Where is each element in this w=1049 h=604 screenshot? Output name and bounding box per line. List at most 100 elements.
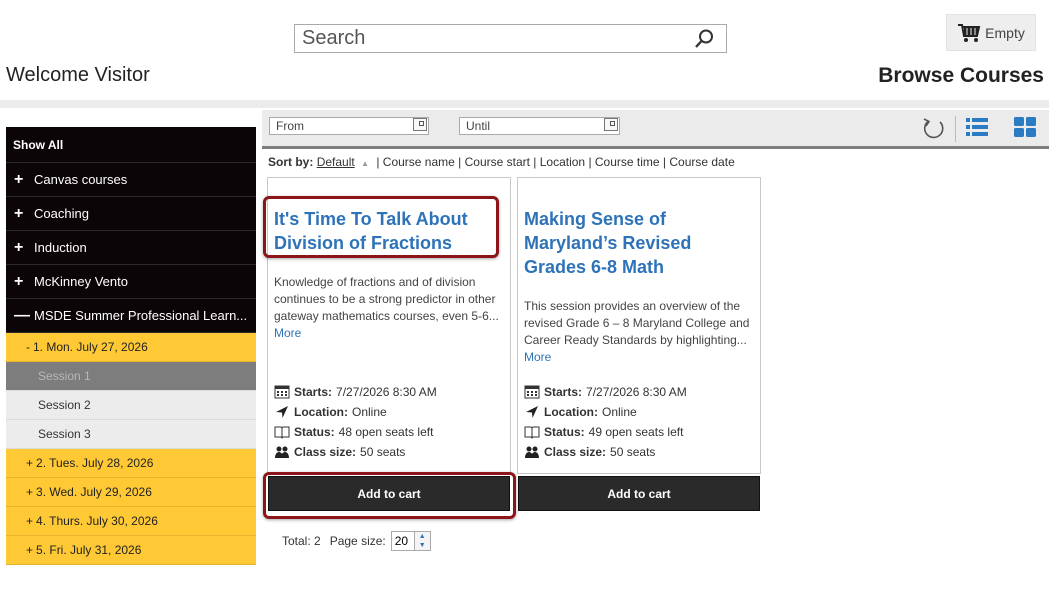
add-to-cart-button[interactable]: Add to cart bbox=[518, 476, 760, 511]
sidebar-day-4[interactable]: + 4. Thurs. July 30, 2026 bbox=[6, 507, 256, 536]
status-label: Status: bbox=[294, 425, 335, 439]
page-size-value: 20 bbox=[394, 534, 409, 548]
sidebar-item-canvas-courses[interactable]: + Canvas courses bbox=[6, 163, 256, 197]
book-icon bbox=[274, 426, 290, 439]
location-arrow-icon bbox=[526, 406, 538, 418]
book-icon bbox=[524, 426, 540, 439]
more-link[interactable]: More bbox=[274, 326, 301, 340]
expand-icon: + bbox=[14, 238, 24, 256]
page-size-label: Page size: bbox=[329, 534, 386, 548]
status-value: 49 open seats left bbox=[588, 425, 684, 439]
title-highlight-box bbox=[263, 196, 499, 258]
sidebar-day-2[interactable]: + 2. Tues. July 28, 2026 bbox=[6, 449, 256, 478]
cart-icon bbox=[958, 23, 981, 42]
status-row: Status: 48 open seats left bbox=[274, 422, 506, 442]
location-arrow-icon bbox=[276, 406, 288, 418]
sidebar-session-2[interactable]: Session 2 bbox=[6, 391, 256, 420]
starts-label: Starts: bbox=[544, 385, 583, 399]
expand-icon: + bbox=[26, 485, 34, 499]
location-row: Location: Online bbox=[274, 402, 506, 422]
sidebar-day-label: 5. Fri. July 31, 2026 bbox=[36, 543, 142, 557]
starts-value: 7/27/2026 8:30 AM bbox=[336, 385, 437, 399]
search-icon[interactable] bbox=[692, 27, 716, 51]
people-icon bbox=[525, 446, 539, 458]
calendar-icon[interactable] bbox=[413, 118, 427, 131]
status-label: Status: bbox=[544, 425, 585, 439]
sort-ascending-icon[interactable]: ▲ bbox=[358, 159, 373, 168]
decrement-icon[interactable]: ▼ bbox=[415, 541, 430, 550]
course-description: This session provides an overview of the… bbox=[524, 298, 756, 366]
sort-bar: Sort by: Default ▲ | Course name | Cours… bbox=[268, 155, 735, 169]
location-value: Online bbox=[602, 405, 637, 419]
sidebar-item-label: Coaching bbox=[34, 206, 89, 221]
refresh-icon[interactable] bbox=[920, 114, 946, 144]
expand-icon: + bbox=[14, 204, 24, 222]
sidebar-item-induction[interactable]: + Induction bbox=[6, 231, 256, 265]
class-size-label: Class size: bbox=[294, 445, 357, 459]
page-size-stepper[interactable]: ▲ ▼ bbox=[413, 532, 430, 550]
sidebar-day-label: 3. Wed. July 29, 2026 bbox=[36, 485, 152, 499]
sidebar-item-msde-summer[interactable]: — MSDE Summer Professional Learn... bbox=[6, 299, 256, 333]
sort-options[interactable]: | Course name | Course start | Location … bbox=[376, 155, 734, 169]
location-value: Online bbox=[352, 405, 387, 419]
search-box[interactable] bbox=[294, 24, 727, 53]
calendar-icon bbox=[524, 385, 540, 399]
sidebar-day-label: 4. Thurs. July 30, 2026 bbox=[36, 514, 158, 528]
sidebar-day-label: 1. Mon. July 27, 2026 bbox=[33, 340, 148, 354]
sidebar-day-3[interactable]: + 3. Wed. July 29, 2026 bbox=[6, 478, 256, 507]
starts-label: Starts: bbox=[294, 385, 333, 399]
sidebar-item-coaching[interactable]: + Coaching bbox=[6, 197, 256, 231]
sidebar-item-label: Induction bbox=[34, 240, 87, 255]
calendar-icon bbox=[274, 385, 290, 399]
from-date-input[interactable]: From bbox=[269, 117, 429, 135]
expand-icon: + bbox=[14, 272, 24, 290]
header-divider bbox=[0, 100, 1049, 108]
description-text: This session provides an overview of the… bbox=[524, 299, 750, 347]
status-value: 48 open seats left bbox=[338, 425, 434, 439]
increment-icon[interactable]: ▲ bbox=[415, 532, 430, 541]
starts-row: Starts: 7/27/2026 8:30 AM bbox=[524, 382, 756, 402]
location-label: Location: bbox=[294, 405, 348, 419]
sidebar-item-label: Canvas courses bbox=[34, 172, 128, 187]
sidebar-session-1[interactable]: Session 1 bbox=[6, 362, 256, 391]
page-size-input[interactable]: 20 ▲ ▼ bbox=[390, 531, 431, 551]
add-to-cart-highlight-box bbox=[263, 472, 516, 519]
search-input[interactable] bbox=[295, 25, 692, 52]
category-sidebar: Show All + Canvas courses + Coaching + I… bbox=[6, 127, 256, 565]
sidebar-item-show-all[interactable]: Show All bbox=[6, 127, 256, 163]
toolbar-divider bbox=[955, 116, 956, 142]
class-size-value: 50 seats bbox=[610, 445, 656, 459]
course-title[interactable]: Making Sense of Maryland’s Revised Grade… bbox=[524, 207, 756, 279]
list-view-icon[interactable] bbox=[964, 114, 990, 140]
expand-icon: + bbox=[14, 170, 24, 188]
expand-icon: + bbox=[26, 514, 34, 528]
class-size-value: 50 seats bbox=[360, 445, 406, 459]
sort-default-link[interactable]: Default bbox=[317, 155, 355, 169]
grid-view-icon[interactable] bbox=[1012, 114, 1038, 140]
starts-row: Starts: 7/27/2026 8:30 AM bbox=[274, 382, 506, 402]
more-link[interactable]: More bbox=[524, 350, 551, 364]
page-title: Browse Courses bbox=[878, 64, 1044, 87]
cart-label: Empty bbox=[985, 24, 1025, 41]
sidebar-item-label: McKinney Vento bbox=[34, 274, 128, 289]
class-size-row: Class size: 50 seats bbox=[524, 442, 756, 462]
welcome-text: Welcome Visitor bbox=[6, 64, 150, 86]
expand-icon: + bbox=[26, 543, 34, 557]
status-row: Status: 49 open seats left bbox=[524, 422, 756, 442]
until-date-input[interactable]: Until bbox=[459, 117, 620, 135]
cart-button[interactable]: Empty bbox=[946, 14, 1036, 51]
sidebar-item-mckinney-vento[interactable]: + McKinney Vento bbox=[6, 265, 256, 299]
starts-value: 7/27/2026 8:30 AM bbox=[586, 385, 687, 399]
sidebar-item-label: MSDE Summer Professional Learn... bbox=[34, 308, 248, 323]
calendar-icon[interactable] bbox=[604, 118, 618, 131]
class-size-row: Class size: 50 seats bbox=[274, 442, 506, 462]
sidebar-session-3[interactable]: Session 3 bbox=[6, 420, 256, 449]
sidebar-day-label: 2. Tues. July 28, 2026 bbox=[36, 456, 154, 470]
class-size-label: Class size: bbox=[544, 445, 607, 459]
filter-divider bbox=[262, 146, 1049, 149]
sidebar-day-1[interactable]: - 1. Mon. July 27, 2026 bbox=[6, 333, 256, 362]
course-meta: Starts: 7/27/2026 8:30 AM Location: Onli… bbox=[524, 382, 756, 462]
location-row: Location: Online bbox=[524, 402, 756, 422]
collapse-icon: - bbox=[26, 340, 30, 354]
sidebar-day-5[interactable]: + 5. Fri. July 31, 2026 bbox=[6, 536, 256, 565]
